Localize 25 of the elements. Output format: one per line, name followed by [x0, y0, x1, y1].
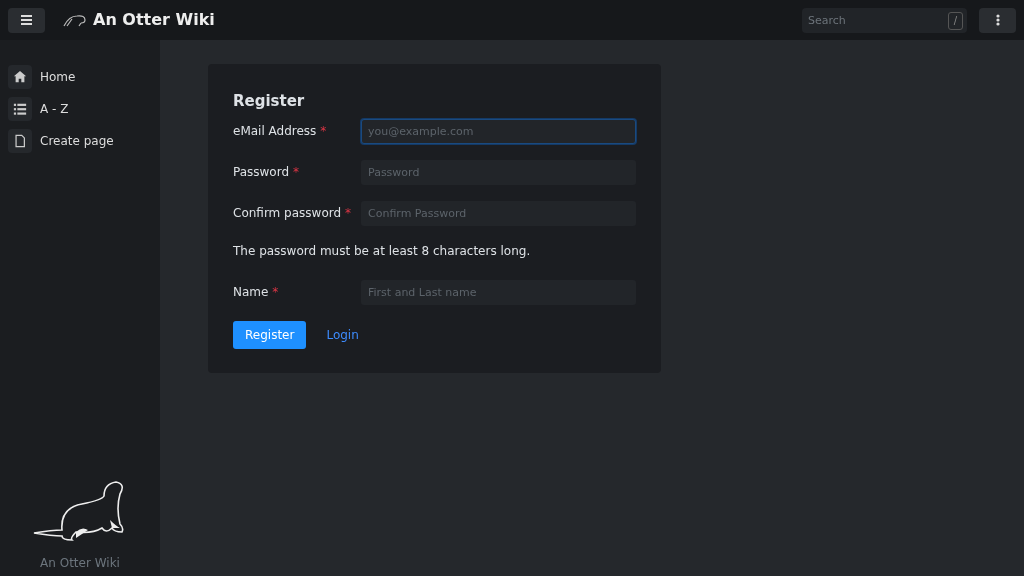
more-button[interactable] — [979, 7, 1016, 33]
shortcut-key: / — [947, 11, 963, 30]
sidebar-item[interactable]: A - Z — [8, 96, 152, 122]
footer-text: An Otter Wiki — [40, 555, 120, 572]
menu-icon — [21, 15, 32, 25]
sidebar-item[interactable]: Create page — [8, 128, 152, 154]
document-icon — [13, 134, 27, 148]
hint-text: The password must be at least 8 characters long. — [233, 242, 532, 260]
field-label: Password * — [233, 164, 300, 181]
more-icon — [995, 14, 1000, 26]
field-label: Confirm password * — [233, 205, 352, 222]
brand-link[interactable]: An Otter Wiki — [63, 8, 215, 32]
input-field[interactable]: Password — [361, 159, 636, 185]
form-title: Register — [233, 91, 306, 112]
input-field[interactable]: First and Last name — [361, 279, 636, 305]
field-label: Name * — [233, 284, 280, 301]
input-field[interactable]: you@example.com — [361, 118, 636, 144]
input-field[interactable]: Confirm Password — [361, 200, 636, 226]
home-icon — [13, 70, 27, 84]
sidebar-item[interactable]: Home — [8, 64, 152, 90]
menu-button[interactable] — [8, 7, 45, 33]
site-title: An Otter Wiki — [93, 9, 215, 31]
list-icon — [13, 102, 27, 116]
login-link[interactable]: Login — [326, 325, 359, 344]
field-label: eMail Address * — [233, 123, 328, 140]
